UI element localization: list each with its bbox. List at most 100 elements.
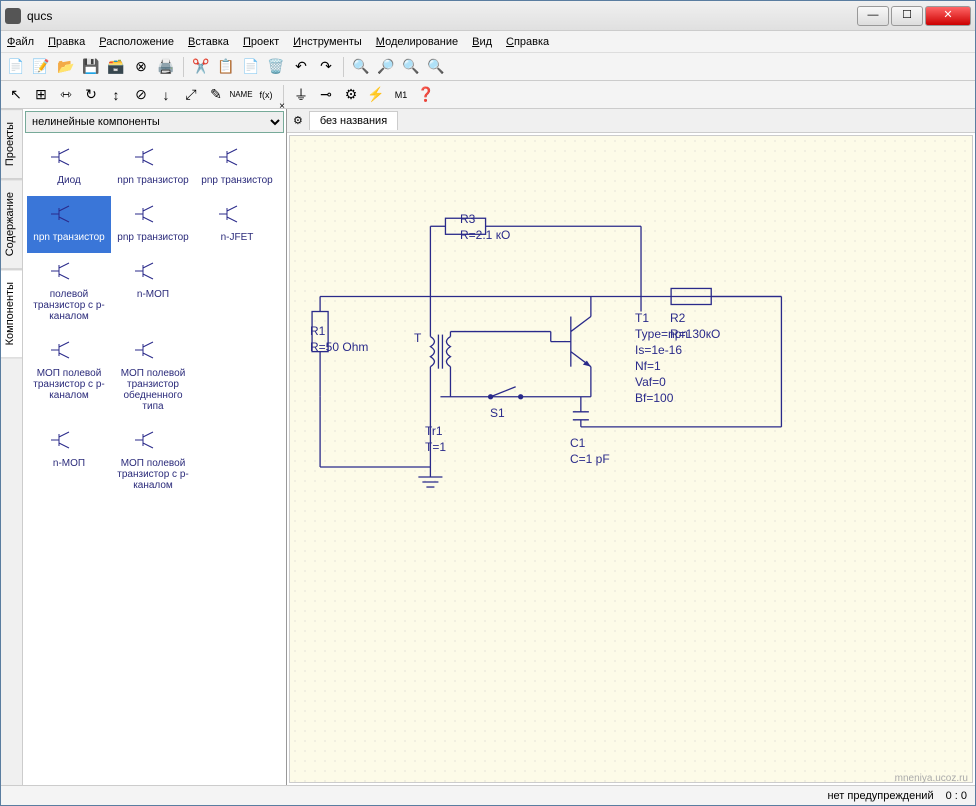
component-item[interactable]: pnp транзистор — [195, 139, 279, 196]
save-all-icon[interactable]: 🗃️ — [105, 56, 127, 78]
cut-icon[interactable]: ✂️ — [190, 56, 212, 78]
menu-layout[interactable]: Расположение — [99, 36, 174, 48]
component-item[interactable]: n-МОП — [27, 422, 111, 501]
component-item[interactable]: полевой транзистор с p-каналом — [27, 253, 111, 332]
component-item[interactable] — [195, 501, 279, 547]
menu-edit[interactable]: Правка — [48, 36, 85, 48]
equation-icon[interactable]: f(x) — [255, 84, 277, 106]
undo-icon[interactable]: ↶ — [290, 56, 312, 78]
zoom-fit-icon[interactable]: 🔍 — [400, 56, 422, 78]
menu-project[interactable]: Проект — [243, 36, 279, 48]
toolbar-components: ↖ ⊞ ⇿ ↻ ↕ ⊘ ↓ ⤢ ✎ NAME f(x) ⏚ ⊸ ⚙ ⚡ M1 ❓ — [1, 81, 975, 109]
wire-label-icon[interactable]: ✎ — [205, 84, 227, 106]
zoom-100-icon[interactable]: 🔍 — [425, 56, 447, 78]
category-combo[interactable]: нелинейные компоненты — [25, 111, 284, 133]
menu-file[interactable]: Файл — [7, 36, 34, 48]
tab-components[interactable]: Компоненты — [1, 269, 22, 358]
component-palette: нелинейные компоненты Диодnpn транзистор… — [23, 109, 287, 785]
sidebar-close-icon[interactable]: × — [279, 101, 285, 112]
titlebar: qucs — ☐ ✕ — [1, 1, 975, 31]
marker-icon[interactable]: M1 — [390, 84, 412, 106]
status-coords: 0 : 0 — [946, 790, 967, 802]
toolbar-main: 📄 📝 📂 💾 🗃️ ⊗ 🖨️ ✂️ 📋 📄 🗑️ ↶ ↷ 🔍 🔎 🔍 🔍 — [1, 53, 975, 81]
delete-icon[interactable]: 🗑️ — [265, 56, 287, 78]
maximize-button[interactable]: ☐ — [891, 6, 923, 26]
component-item[interactable]: pnp транзистор — [111, 196, 195, 253]
copy-icon[interactable]: 📋 — [215, 56, 237, 78]
window-title: qucs — [27, 9, 857, 23]
minimize-button[interactable]: — — [857, 6, 889, 26]
label-tr1-name: Tr1 — [425, 424, 443, 438]
paste-icon[interactable]: 📄 — [240, 56, 262, 78]
component-item[interactable]: МОП полевой транзистор с p-каналом — [111, 422, 195, 501]
status-warnings: нет предупреждений — [827, 790, 933, 802]
label-t1-vaf: Vaf=0 — [635, 375, 666, 389]
select-icon[interactable]: ↖ — [5, 84, 27, 106]
component-item[interactable]: npn транзистор — [27, 196, 111, 253]
menu-help[interactable]: Справка — [506, 36, 549, 48]
name-icon[interactable]: NAME — [230, 84, 252, 106]
print-icon[interactable]: 🖨️ — [155, 56, 177, 78]
tab-projects[interactable]: Проекты — [1, 109, 22, 179]
component-icon[interactable]: ⊞ — [30, 84, 52, 106]
deactivate-icon[interactable]: ⊘ — [130, 84, 152, 106]
component-item[interactable] — [195, 422, 279, 501]
component-item[interactable]: Диод — [27, 139, 111, 196]
port-icon[interactable]: ⊸ — [315, 84, 337, 106]
component-item[interactable]: МОП полевой транзистор с p-каналом — [27, 332, 111, 422]
close-file-icon[interactable]: ⊗ — [130, 56, 152, 78]
label-s1: S1 — [490, 406, 505, 420]
new-file-icon[interactable]: 📄 — [5, 56, 27, 78]
new-text-icon[interactable]: 📝 — [30, 56, 52, 78]
open-icon[interactable]: 📂 — [55, 56, 77, 78]
label-t1-is: Is=1e-16 — [635, 343, 682, 357]
mirror-h-icon[interactable]: ⇿ — [55, 84, 77, 106]
label-c1-name: C1 — [570, 436, 585, 450]
watermark: mneniya.ucoz.ru — [895, 773, 968, 784]
component-item[interactable]: n-JFET — [195, 196, 279, 253]
tab-untitled[interactable]: без названия — [309, 111, 398, 130]
app-icon — [5, 8, 21, 24]
ground-icon[interactable]: ⏚ — [290, 84, 312, 106]
wire-icon[interactable]: ⤢ — [180, 84, 202, 106]
component-item[interactable]: n-МОП — [111, 253, 195, 332]
dc-icon[interactable]: ⚡ — [365, 84, 387, 106]
tab-content[interactable]: Содержание — [1, 179, 22, 269]
menu-view[interactable]: Вид — [472, 36, 492, 48]
schematic-canvas[interactable]: R3 R=2.1 кО R1 R=50 Ohm R2 R=130кО T1 Ty… — [289, 135, 973, 783]
close-button[interactable]: ✕ — [925, 6, 971, 26]
zoom-in-icon[interactable]: 🔍 — [350, 56, 372, 78]
redo-icon[interactable]: ↷ — [315, 56, 337, 78]
label-r1-val: R=50 Ohm — [310, 340, 368, 354]
component-item[interactable] — [27, 501, 111, 547]
menu-simulation[interactable]: Моделирование — [376, 36, 458, 48]
component-grid[interactable]: Диодnpn транзисторpnp транзисторnpn тран… — [23, 135, 286, 785]
zoom-out-icon[interactable]: 🔎 — [375, 56, 397, 78]
component-item[interactable] — [195, 332, 279, 422]
wire-down-icon[interactable]: ↓ — [155, 84, 177, 106]
rotate-icon[interactable]: ↻ — [80, 84, 102, 106]
gear-icon[interactable]: ⚙ — [293, 114, 303, 127]
label-r3-name: R3 — [460, 212, 475, 226]
schematic — [290, 136, 972, 783]
menu-insert[interactable]: Вставка — [188, 36, 229, 48]
label-t1-name: T1 — [635, 311, 649, 325]
menubar: Файл Правка Расположение Вставка Проект … — [1, 31, 975, 53]
help-icon[interactable]: ❓ — [415, 84, 437, 106]
label-tr1-val: T=1 — [425, 440, 446, 454]
label-c1-val: C=1 pF — [570, 452, 610, 466]
save-icon[interactable]: 💾 — [80, 56, 102, 78]
label-t1-type: Type=npn — [635, 327, 688, 341]
component-item[interactable]: МОП полевой транзистор обедненного типа — [111, 332, 195, 422]
component-item[interactable]: npn транзистор — [111, 139, 195, 196]
statusbar: нет предупреждений 0 : 0 — [1, 785, 975, 805]
label-t1-nf: Nf=1 — [635, 359, 661, 373]
mirror-v-icon[interactable]: ↕ — [105, 84, 127, 106]
label-r2-name: R2 — [670, 311, 685, 325]
simulate-icon[interactable]: ⚙ — [340, 84, 362, 106]
component-item[interactable] — [195, 253, 279, 332]
label-r3-val: R=2.1 кО — [460, 228, 510, 242]
component-item[interactable] — [111, 501, 195, 547]
label-t1-bf: Bf=100 — [635, 391, 673, 405]
menu-tools[interactable]: Инструменты — [293, 36, 362, 48]
